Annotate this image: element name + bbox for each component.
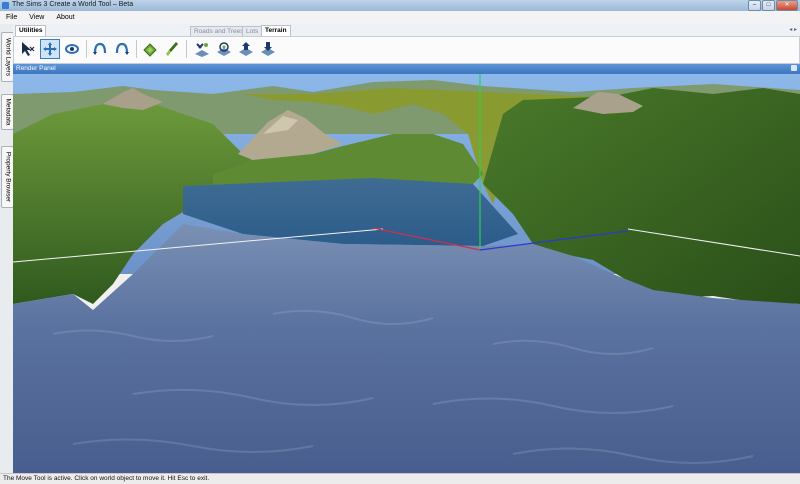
tool-toolbar <box>13 36 800 64</box>
terrain-smooth-icon[interactable] <box>214 39 234 59</box>
tab-scroll-arrows[interactable]: ◂ ▸ <box>789 26 797 33</box>
arc-right-icon[interactable] <box>112 39 132 59</box>
toolbar-separator <box>86 40 87 58</box>
menu-file[interactable]: File <box>0 14 23 21</box>
maximize-button[interactable]: □ <box>762 0 775 11</box>
terrain-sculpt-icon[interactable] <box>192 39 212 59</box>
toolbar-separator <box>186 40 187 58</box>
terrain-raise-icon[interactable] <box>236 39 256 59</box>
terrain-paint-icon[interactable] <box>140 39 160 59</box>
side-tab-label: World Layers <box>4 37 11 77</box>
toolbar-separator <box>136 40 137 58</box>
side-tab-label: Property Browser <box>4 151 11 203</box>
menu-bar: File View About <box>0 11 800 25</box>
menu-view[interactable]: View <box>23 14 50 21</box>
status-bar: The Move Tool is active. Click on world … <box>0 473 800 484</box>
render-panel-title: Render Panel <box>16 65 56 72</box>
minimize-button[interactable]: – <box>748 0 761 11</box>
side-tab-label: Metadata <box>4 98 11 126</box>
window-title: The Sims 3 Create a World Tool – Beta <box>12 1 134 8</box>
select-arrow-icon[interactable] <box>18 39 38 59</box>
terrain-brush-icon[interactable] <box>162 39 182 59</box>
render-panel-header: Render Panel <box>13 64 800 74</box>
render-viewport[interactable] <box>13 74 800 473</box>
toolbar-tab-row: Utilities Roads and Trees Lots Terrain ◂… <box>13 24 800 37</box>
terrain-scene <box>13 74 800 473</box>
menu-about[interactable]: About <box>50 14 80 21</box>
close-button[interactable]: ✕ <box>776 0 798 11</box>
status-text: The Move Tool is active. Click on world … <box>3 475 210 482</box>
pin-icon[interactable] <box>791 65 797 71</box>
terrain-lower-icon[interactable] <box>258 39 278 59</box>
side-tab-strip: World Layers Metadata Property Browser <box>0 24 14 473</box>
arc-left-icon[interactable] <box>90 39 110 59</box>
rotate-camera-icon[interactable] <box>62 39 82 59</box>
app-icon <box>2 2 9 9</box>
title-bar: The Sims 3 Create a World Tool – Beta – … <box>0 0 800 11</box>
window-controls: – □ ✕ <box>748 0 798 11</box>
move-tool-icon[interactable] <box>40 39 60 59</box>
